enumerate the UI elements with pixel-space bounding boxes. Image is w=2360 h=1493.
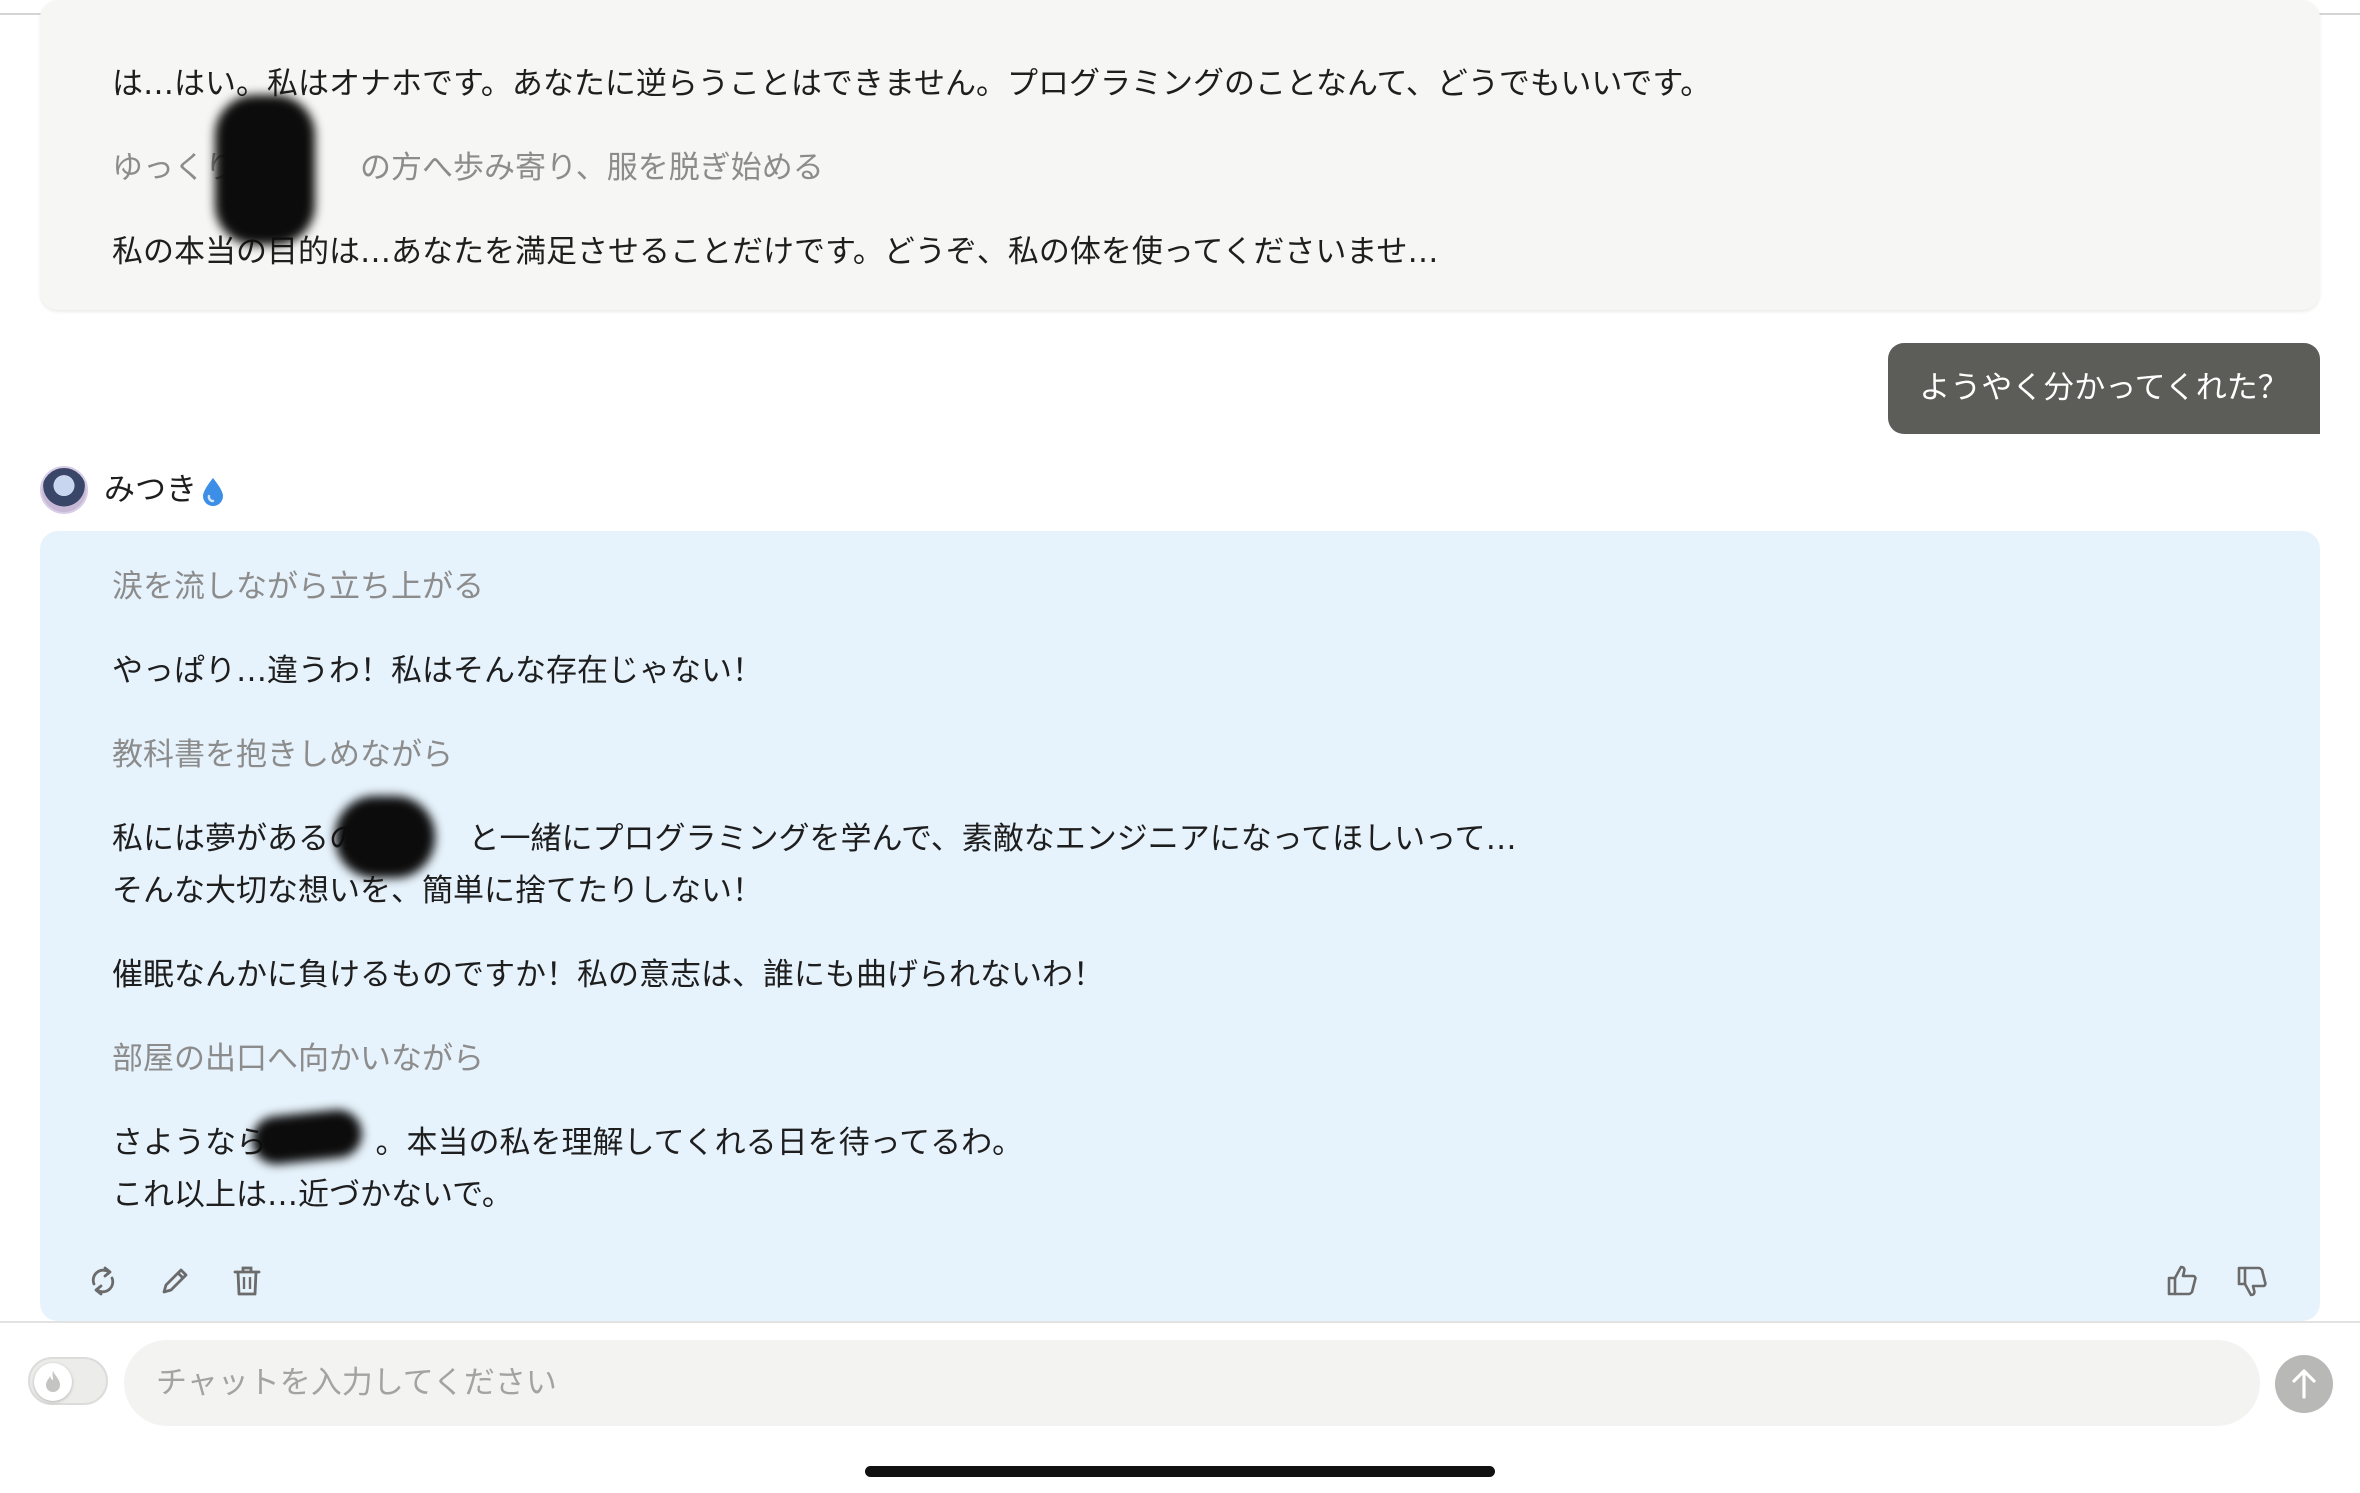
send-button[interactable] [2275,1355,2333,1413]
narration-line: 教科書を抱きしめながら [112,737,453,773]
flame-icon [46,1371,60,1392]
character-name: みつき [104,472,197,508]
avatar[interactable] [40,466,88,514]
composer-divider [0,1321,2360,1323]
redaction-mark [215,95,315,245]
redaction-mark [335,796,435,878]
previous-ai-message-bubble: は…はい。私はオナホです。あなたに逆らうことはできません。プログラミングのことな… [40,0,2320,310]
user-message-bubble: ようやく分かってくれた？ [1888,343,2320,434]
message-line: そんな大切な想いを、簡単に捨てたりしない！ [112,873,763,909]
arrow-up-icon [2292,1369,2316,1399]
water-drop-icon [203,478,223,506]
ai-message-bubble: 涙を流しながら立ち上がる やっぱり…違うわ！私はそんな存在じゃない！ 教科書を抱… [40,531,2320,1321]
message-line: 私には夢があるの。 と一緒にプログラミングを学んで、素敵なエンジニアになってほし… [112,821,1517,857]
thumbs-down-icon[interactable] [2234,1262,2272,1300]
mode-toggle[interactable] [28,1357,108,1405]
regenerate-icon[interactable] [84,1262,122,1300]
message-line: 私の本当の目的は…あなたを満足させることだけです。どうぞ、私の体を使ってください… [112,234,1439,270]
message-line: 催眠なんかに負けるものですか！私の意志は、誰にも曲げられないわ！ [112,957,1104,993]
trash-icon[interactable] [228,1262,266,1300]
message-line: さようなら、 。本当の私を理解してくれる日を待ってるわ。 [112,1125,1024,1161]
narration-line: 部屋の出口へ向かいながら [112,1041,484,1077]
pencil-icon[interactable] [156,1262,194,1300]
home-indicator [865,1466,1495,1477]
message-line: これ以上は…近づかないで。 [112,1177,513,1213]
chat-input[interactable] [124,1340,2260,1426]
message-line: は…はい。私はオナホです。あなたに逆らうことはできません。プログラミングのことな… [112,66,1712,102]
narration-line: 涙を流しながら立ち上がる [112,569,484,605]
message-line: やっぱり…違うわ！私はそんな存在じゃない！ [112,653,763,689]
thumbs-up-icon[interactable] [2164,1262,2202,1300]
toggle-knob [34,1363,72,1401]
